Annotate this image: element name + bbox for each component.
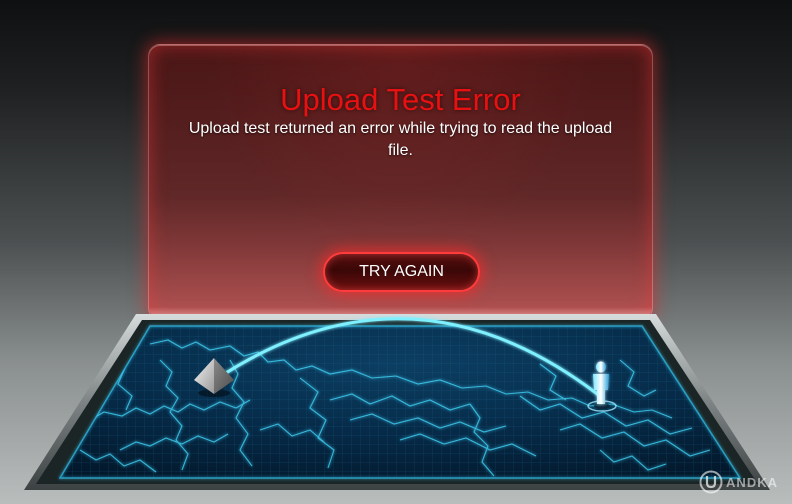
error-title: Upload Test Error [280,82,521,117]
try-again-button[interactable]: TRY AGAIN [323,252,480,292]
error-panel: Upload Test Error Upload test returned a… [148,44,653,320]
watermark-text: ANDKA [726,474,778,490]
map-platform [0,300,792,504]
error-message: Upload test returned an error while tryi… [188,120,613,159]
u-logo-icon [699,470,723,494]
world-map [24,314,770,490]
watermark: ANDKA [699,470,778,494]
